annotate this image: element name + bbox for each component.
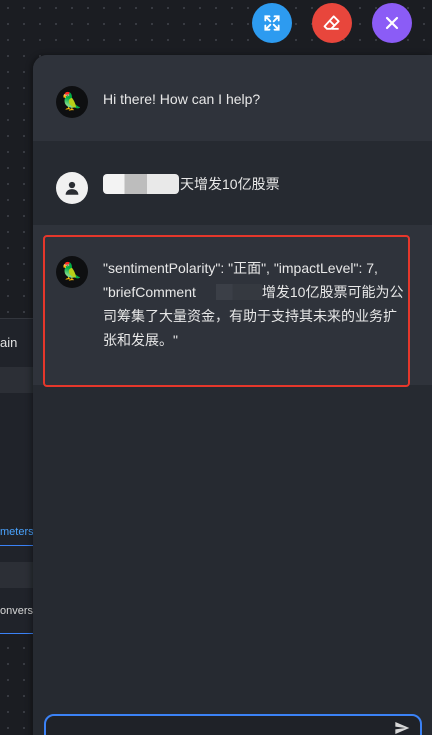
background-panel-item-underline [0, 633, 36, 634]
eraser-icon [323, 15, 340, 30]
send-icon[interactable] [394, 720, 410, 735]
user-message: 天增发10亿股票 [33, 141, 432, 225]
message-text: 天增发10亿股票 [103, 172, 280, 196]
expand-button[interactable] [252, 3, 292, 43]
chat-window: 🦜 Hi there! How can I help? 天增发10亿股票 🦜 "… [33, 55, 432, 735]
redacted-text [103, 174, 179, 194]
parrot-icon: 🦜 [56, 86, 88, 118]
bot-message: 🦜 "sentimentPolarity": "正面", "impactLeve… [33, 225, 432, 385]
background-panel-row [0, 562, 36, 588]
message-text: Hi there! How can I help? [103, 91, 261, 107]
clear-chat-button[interactable] [312, 3, 352, 43]
redacted-text [195, 284, 262, 300]
message-input[interactable] [44, 714, 422, 735]
bot-message: 🦜 Hi there! How can I help? [33, 55, 432, 141]
parrot-icon: 🦜 [56, 256, 88, 288]
message-text-suffix: 天增发10亿股票 [180, 176, 280, 192]
message-text: "sentimentPolarity": "正面", "impactLevel"… [103, 256, 408, 352]
background-panel-title: ain [0, 335, 18, 350]
background-panel-tab[interactable]: meters [0, 526, 34, 538]
background-app-panel: ain meters onversa [0, 318, 39, 634]
background-panel-tab-underline [0, 545, 36, 546]
background-panel-row [0, 367, 36, 393]
close-button[interactable] [372, 3, 412, 43]
expand-arrows-icon [264, 15, 280, 31]
close-x-icon [385, 16, 399, 30]
user-icon [56, 172, 88, 204]
